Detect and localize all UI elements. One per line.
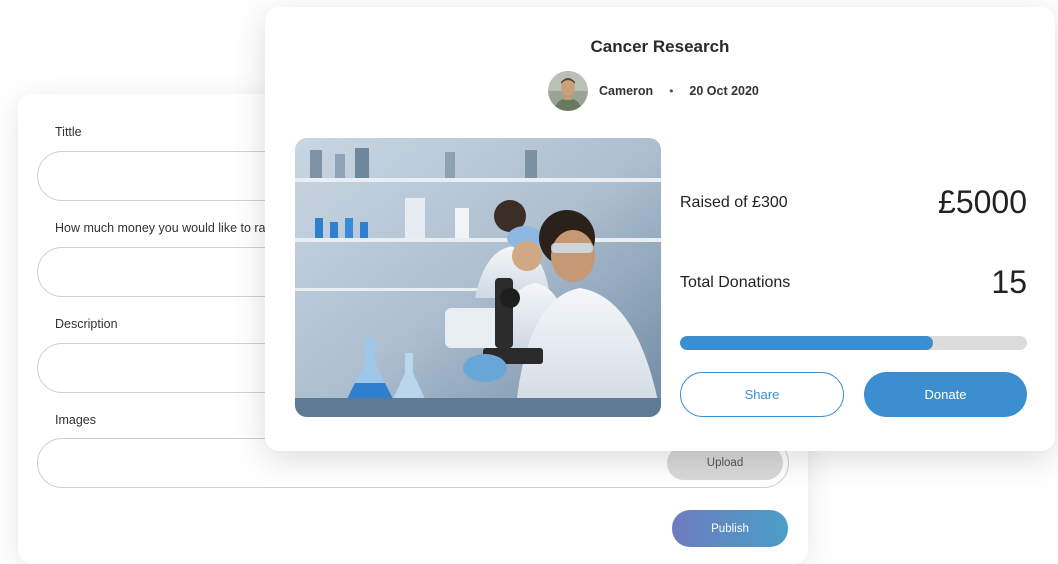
funding-progress-bar [680, 336, 1027, 350]
campaign-card: Cancer Research Cameron • 20 Oct 2020 Ra… [265, 7, 1055, 451]
raised-amount: £5000 [938, 184, 1027, 220]
avatar[interactable] [548, 71, 588, 111]
images-field-label: Images [55, 413, 96, 427]
share-button[interactable]: Share [680, 372, 844, 417]
post-date: 20 Oct 2020 [689, 84, 759, 98]
title-field-label: Tittle [55, 125, 82, 139]
donations-count: 15 [991, 264, 1027, 300]
donate-button[interactable]: Donate [864, 372, 1027, 417]
donations-label: Total Donations [680, 274, 791, 291]
lab-scientists-photo [295, 138, 661, 417]
separator-dot: • [669, 84, 674, 98]
author-row: Cameron • 20 Oct 2020 [548, 71, 759, 111]
description-field-label: Description [55, 317, 118, 331]
funding-progress-fill [680, 336, 934, 350]
upload-button[interactable]: Upload [667, 446, 783, 480]
author-name[interactable]: Cameron [599, 84, 653, 98]
raised-label: Raised of £300 [680, 194, 788, 211]
campaign-title: Cancer Research [590, 37, 730, 56]
publish-button[interactable]: Publish [672, 510, 788, 547]
amount-field-label: How much money you would like to raise [55, 221, 282, 235]
